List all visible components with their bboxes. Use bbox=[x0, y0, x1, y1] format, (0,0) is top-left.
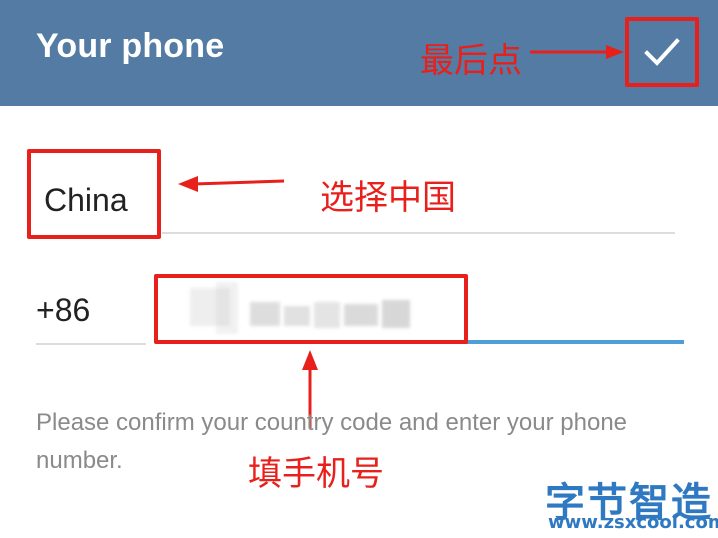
arrow-to-done bbox=[530, 45, 624, 59]
annotation-last-click: 最后点 bbox=[420, 41, 522, 81]
highlight-done-button bbox=[625, 17, 699, 87]
annotation-select-china: 选择中国 bbox=[320, 178, 456, 218]
arrow-to-country bbox=[178, 176, 285, 192]
highlight-phone-input bbox=[154, 274, 468, 344]
country-code-field[interactable]: +86 bbox=[36, 292, 90, 329]
annotation-fill-phone: 填手机号 bbox=[248, 454, 384, 494]
watermark-url: www.zsxcool.com bbox=[548, 512, 718, 533]
page-title: Your phone bbox=[36, 27, 225, 65]
country-underline bbox=[162, 232, 675, 234]
highlight-country-field bbox=[27, 149, 161, 239]
country-code-underline bbox=[36, 343, 146, 345]
